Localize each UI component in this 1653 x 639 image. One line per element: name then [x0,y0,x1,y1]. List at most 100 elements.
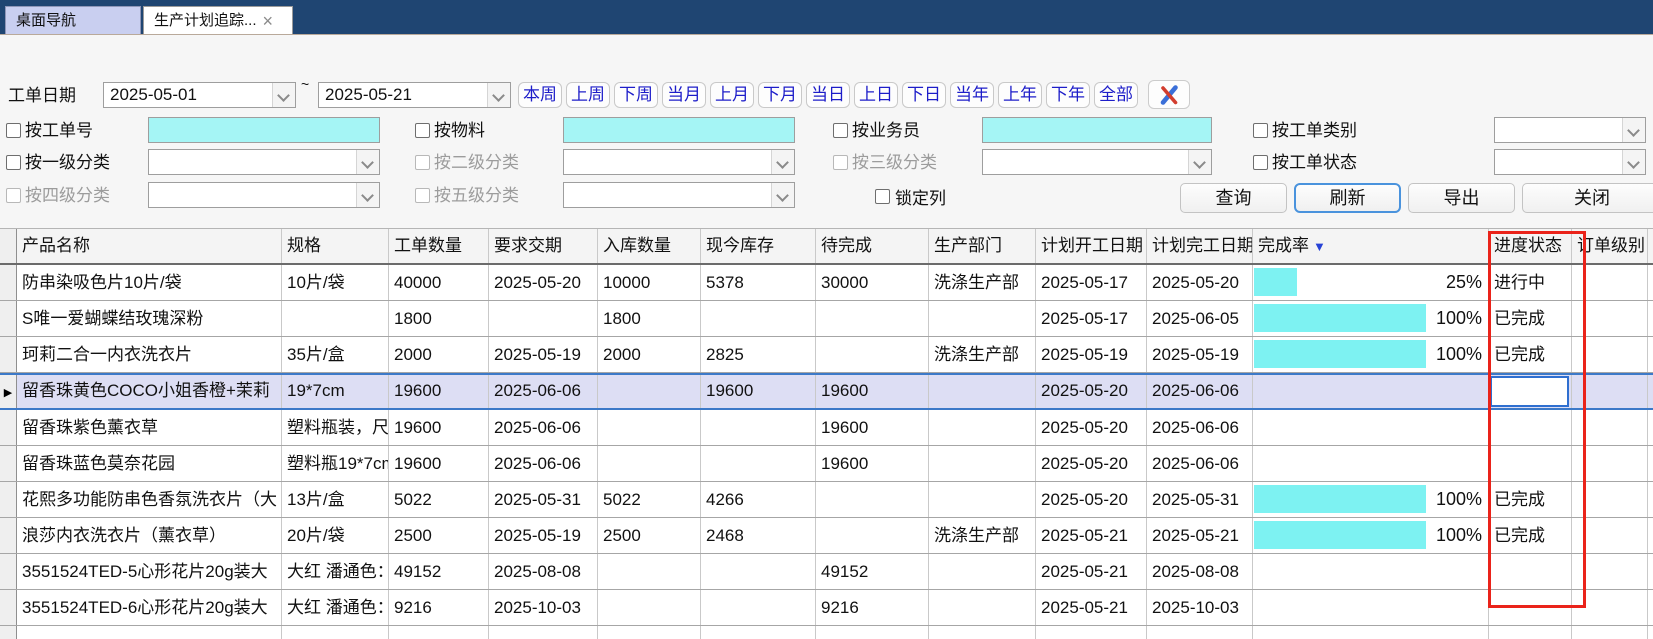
quick-link-4[interactable]: 当月 [662,82,706,108]
cell-completion-rate[interactable] [1253,375,1489,408]
cell-completion-rate[interactable] [1253,626,1489,639]
cell-pending-qty[interactable]: 19600 [816,446,929,481]
cell-plan-finish-date[interactable]: 2025-05-21 [1147,518,1253,553]
cell-required-due-date[interactable]: 2025-05-19 [489,337,598,372]
cell-product-name[interactable]: 浪莎内衣洗衣片（薰衣草） [17,518,282,553]
quick-link-7[interactable]: 当日 [806,82,850,108]
cell-required-due-date[interactable]: 2025-05-31 [489,482,598,517]
cell-spec[interactable]: 大红 潘通色： [282,590,389,625]
cell-required-due-date[interactable]: 2025-05-19 [489,518,598,553]
cell-current-stock[interactable]: 5378 [701,265,816,300]
column-header-inbound-qty[interactable]: 入库数量 [598,229,701,263]
cell-product-name[interactable]: S唯一爱蝴蝶结玫瑰深粉 [17,301,282,336]
cell-inbound-qty[interactable]: 2500 [598,518,701,553]
quick-link-12[interactable]: 下年 [1046,82,1090,108]
column-header-plan-start-date[interactable]: 计划开工日期 [1036,229,1147,263]
chevron-down-icon[interactable] [356,183,379,207]
cell-product-name[interactable]: 留香珠黄色COCO小姐香橙+茉莉 [17,375,282,408]
cell-completion-rate[interactable] [1253,590,1489,625]
filter-checkbox-order-type[interactable] [1253,123,1268,138]
quick-link-11[interactable]: 上年 [998,82,1042,108]
quick-link-10[interactable]: 当年 [950,82,994,108]
quick-link-5[interactable]: 上月 [710,82,754,108]
cell-plan-finish-date[interactable]: 2025-06-06 [1147,410,1253,445]
cell-product-name[interactable]: 留香珠紫色薰衣草 [17,410,282,445]
cell-product-name[interactable]: 留香珠蓝色莫奈花园 [17,446,282,481]
table-row[interactable]: 3551524TED-6心形花片20g装大大红 潘通色：92162025-10-… [0,590,1653,626]
cell-production-dept[interactable] [929,482,1036,517]
filter-combobox-class-4[interactable] [148,182,380,208]
cell-plan-finish-date[interactable]: 2025-05-31 [1147,482,1253,517]
cell-order-qty[interactable]: 49152 [389,554,489,589]
quick-link-1[interactable]: 本周 [518,82,562,108]
cell-plan-start-date[interactable]: 2025-05-20 [1036,482,1147,517]
filter-checkbox-class-2[interactable] [415,155,430,170]
chevron-down-icon[interactable] [272,83,295,107]
filter-combobox-order-type[interactable] [1494,117,1646,143]
cell-current-stock[interactable] [701,590,816,625]
cell-extra[interactable] [1648,337,1653,372]
cell-order-qty[interactable] [389,626,489,639]
filter-checkbox-order-status[interactable] [1253,155,1268,170]
cell-production-dept[interactable] [929,554,1036,589]
filter-combobox-class-1[interactable] [148,149,380,175]
column-header-product-name[interactable]: 产品名称 [17,229,282,263]
cell-production-dept[interactable] [929,301,1036,336]
cell-order-qty[interactable]: 9216 [389,590,489,625]
cell-current-stock[interactable] [701,410,816,445]
filter-combobox-class-2[interactable] [563,149,795,175]
cell-extra[interactable] [1648,410,1653,445]
table-row[interactable]: 留香珠紫色薰衣草塑料瓶装，尺196002025-06-06196002025-0… [0,410,1653,446]
table-row[interactable] [0,626,1653,639]
cell-order-qty[interactable]: 40000 [389,265,489,300]
clear-filter-button[interactable] [1148,80,1190,109]
table-row[interactable]: 珂莉二合一内衣洗衣片35片/盒20002025-05-1920002825洗涤生… [0,337,1653,373]
cell-extra[interactable] [1648,590,1653,625]
close-icon[interactable]: × [263,12,274,30]
cell-required-due-date[interactable]: 2025-08-08 [489,554,598,589]
cell-required-due-date[interactable] [489,626,598,639]
filter-checkbox-salesman[interactable] [833,123,848,138]
cell-plan-start-date[interactable]: 2025-05-20 [1036,410,1147,445]
column-header-completion-rate[interactable]: 完成率▼ [1253,229,1489,263]
cell-order-qty[interactable]: 19600 [389,446,489,481]
table-row[interactable]: 防串染吸色片10片/袋10片/袋400002025-05-20100005378… [0,265,1653,301]
cell-progress-status[interactable] [1489,626,1572,639]
column-header-production-dept[interactable]: 生产部门 [929,229,1036,263]
table-row[interactable]: 浪莎内衣洗衣片（薰衣草）20片/袋25002025-05-1925002468洗… [0,518,1653,554]
cell-order-qty[interactable]: 2500 [389,518,489,553]
cell-inbound-qty[interactable] [598,590,701,625]
quick-link-2[interactable]: 上周 [566,82,610,108]
cell-current-stock[interactable]: 2468 [701,518,816,553]
cell-required-due-date[interactable]: 2025-05-20 [489,265,598,300]
filter-checkbox-class-3[interactable] [833,155,848,170]
cell-spec[interactable]: 塑料瓶19*7cm [282,446,389,481]
cell-production-dept[interactable] [929,446,1036,481]
cell-spec[interactable]: 10片/袋 [282,265,389,300]
cell-plan-start-date[interactable]: 2025-05-21 [1036,518,1147,553]
column-header-spec[interactable]: 规格 [282,229,389,263]
cell-completion-rate[interactable]: 100% [1253,482,1489,517]
cell-spec[interactable]: 20片/袋 [282,518,389,553]
cell-current-stock[interactable] [701,301,816,336]
cell-spec[interactable]: 13片/盒 [282,482,389,517]
cell-plan-start-date[interactable]: 2025-05-20 [1036,375,1147,408]
column-header-required-due-date[interactable]: 要求交期 [489,229,598,263]
cell-completion-rate[interactable] [1253,554,1489,589]
filter-checkbox-order-no[interactable] [6,123,21,138]
cell-production-dept[interactable] [929,410,1036,445]
cell-plan-finish-date[interactable]: 2025-05-20 [1147,265,1253,300]
quick-link-6[interactable]: 下月 [758,82,802,108]
cell-spec[interactable]: 塑料瓶装，尺 [282,410,389,445]
cell-extra[interactable] [1648,626,1653,639]
cell-plan-start-date[interactable]: 2025-05-20 [1036,446,1147,481]
table-row[interactable]: 3551524TED-5心形花片20g装大大红 潘通色：491522025-08… [0,554,1653,590]
cell-spec[interactable] [282,626,389,639]
cell-inbound-qty[interactable]: 2000 [598,337,701,372]
cell-plan-start-date[interactable] [1036,626,1147,639]
cell-plan-finish-date[interactable]: 2025-05-19 [1147,337,1253,372]
date-from-combobox[interactable]: 2025-05-01 [103,82,296,108]
cell-required-due-date[interactable]: 2025-10-03 [489,590,598,625]
cell-extra[interactable] [1648,265,1653,300]
cell-production-dept[interactable]: 洗涤生产部 [929,518,1036,553]
